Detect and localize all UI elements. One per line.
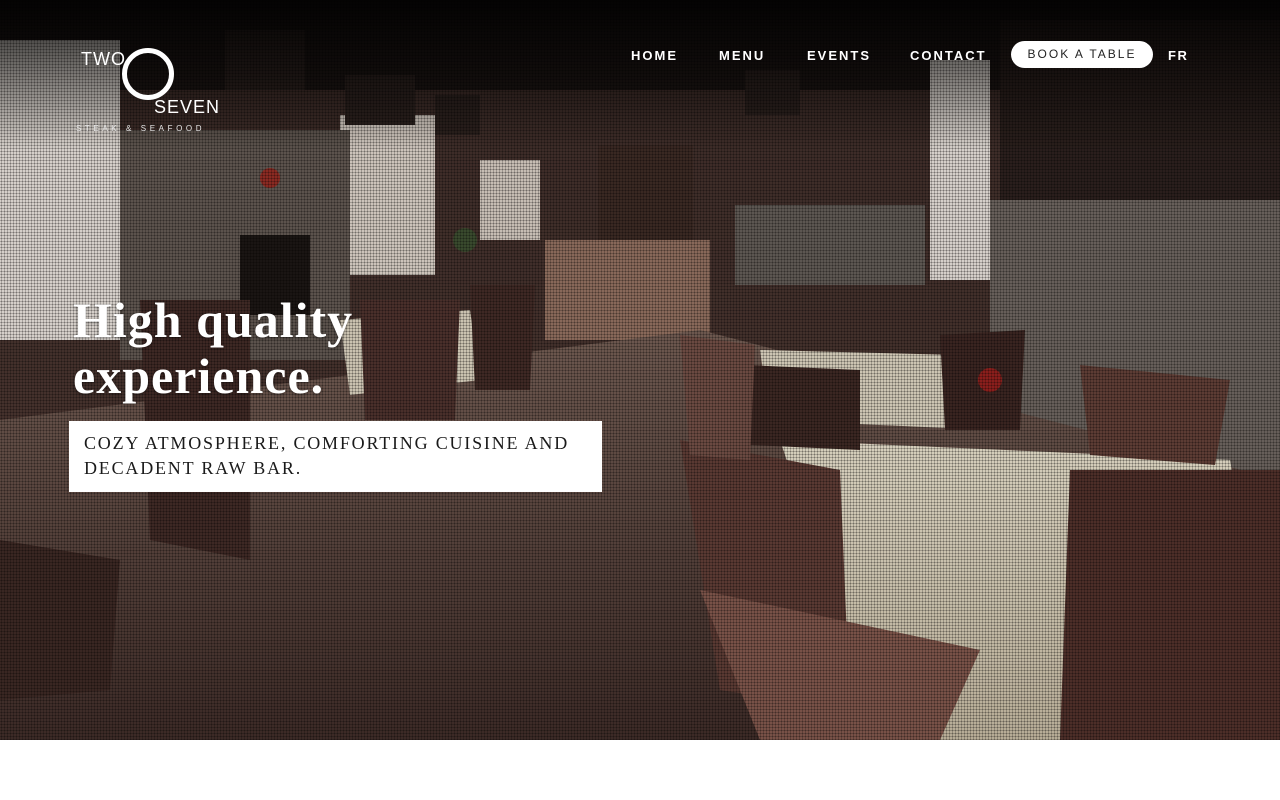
logo-word-two: TWO xyxy=(81,49,126,69)
nav-home-link[interactable]: HOME xyxy=(631,48,678,63)
logo-tagline: STEAK & SEAFOOD xyxy=(76,124,206,133)
hero-section: TWO SEVEN STEAK & SEAFOOD HOME MENU EVEN… xyxy=(0,0,1280,740)
logo-ring-icon xyxy=(122,48,174,100)
logo[interactable]: TWO SEVEN STEAK & SEAFOOD xyxy=(74,44,224,136)
nav-contact-link[interactable]: CONTACT xyxy=(910,48,987,63)
nav-menu-link[interactable]: MENU xyxy=(719,48,765,63)
hero-subtitle-box: COZY ATMOSPHERE, COMFORTING CUISINE AND … xyxy=(69,421,602,492)
nav-events-link[interactable]: EVENTS xyxy=(807,48,871,63)
hero-headline: High quality experience. xyxy=(73,292,354,404)
hero-subtitle: COZY ATMOSPHERE, COMFORTING CUISINE AND … xyxy=(84,433,569,478)
language-toggle-fr[interactable]: FR xyxy=(1168,48,1188,63)
logo-word-seven: SEVEN xyxy=(154,97,221,117)
book-a-table-button[interactable]: BOOK A TABLE xyxy=(1011,41,1153,68)
